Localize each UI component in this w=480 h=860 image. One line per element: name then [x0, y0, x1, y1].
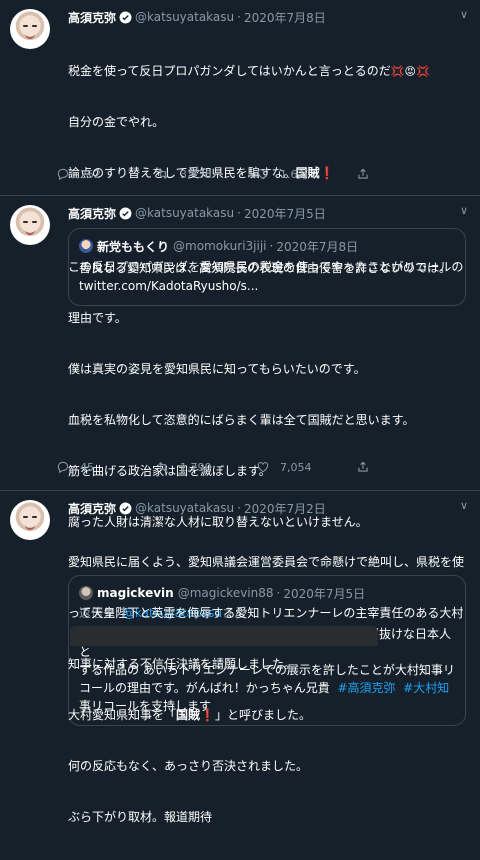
like-count: 1.6万	[280, 168, 309, 181]
tweet-header: 高須克弥 @katsuyatakasu · 2020年7月8日	[68, 9, 326, 26]
verified-badge-icon	[119, 502, 132, 514]
retweet-button[interactable]: 1,790	[156, 460, 256, 474]
author-handle[interactable]: @katsuyatakasu	[135, 501, 234, 515]
reply-count: 252	[80, 167, 101, 181]
author-handle[interactable]: @katsuyatakasu	[135, 206, 234, 220]
tweet-actions: 45 1,790 7,054	[56, 460, 468, 474]
author-name[interactable]: 高須克弥	[68, 205, 116, 222]
retweet-icon	[158, 462, 168, 472]
chevron-down-icon[interactable]: ∨	[460, 499, 468, 512]
chevron-down-icon[interactable]: ∨	[460, 8, 468, 21]
avatar[interactable]	[10, 9, 50, 49]
tweet-3[interactable]: 高須克弥 @katsuyatakasu · 2020年7月2日 ∨ 愛知県民に届…	[0, 491, 480, 824]
reply-button[interactable]: 45	[56, 460, 156, 474]
like-button[interactable]: 1.6万	[256, 166, 356, 182]
reply-button[interactable]: 252	[56, 166, 156, 182]
tweet-date[interactable]: 2020年7月2日	[244, 500, 326, 517]
retweet-icon	[158, 169, 168, 179]
media-thumbnail[interactable]	[70, 626, 378, 646]
like-icon	[257, 462, 269, 473]
share-button[interactable]	[356, 166, 456, 182]
like-icon	[257, 169, 269, 180]
tweet-text: 税金を使って反日プロパガンダしてはいかんと言っとるのだ💢😡💢 自分の金でやれ。 …	[68, 64, 430, 180]
verified-badge-icon	[119, 207, 132, 219]
angry-emoji-icon: 💢😡💢	[390, 65, 430, 78]
tweet-date[interactable]: 2020年7月8日	[244, 9, 326, 26]
author-handle[interactable]: @katsuyatakasu	[135, 10, 234, 24]
avatar[interactable]	[10, 500, 50, 540]
like-button[interactable]: 7,054	[256, 460, 356, 474]
author-name[interactable]: 高須克弥	[68, 500, 116, 517]
verified-badge-icon	[119, 11, 132, 23]
tweet-header: 高須克弥 @katsuyatakasu · 2020年7月2日	[68, 500, 326, 517]
retweet-button[interactable]: 3,436	[156, 166, 256, 182]
tweet-1[interactable]: 高須克弥 @katsuyatakasu · 2020年7月8日 ∨ 税金を使って…	[0, 0, 480, 306]
tweet-text: 愛知県民に届くよう、愛知県議会運営委員会で命懸けで絶叫し、県税を使 って天皇陛下…	[68, 555, 465, 824]
tweet-actions: 252 3,436 1.6万	[56, 166, 468, 182]
tweet-header: 高須克弥 @katsuyatakasu · 2020年7月5日	[68, 205, 326, 222]
reply-icon	[57, 168, 69, 181]
reply-count: 45	[80, 460, 94, 474]
share-button[interactable]	[356, 460, 456, 474]
share-icon	[358, 168, 368, 179]
tweet-date[interactable]: 2020年7月5日	[244, 205, 326, 222]
tweet-2[interactable]: 高須克弥 @katsuyatakasu · 2020年7月5日 ∨ この反日プロ…	[0, 196, 480, 726]
like-count: 7,054	[280, 460, 312, 474]
exclamation-icon: ❗	[200, 708, 215, 722]
share-icon	[358, 461, 368, 472]
reply-icon	[57, 461, 69, 474]
author-name[interactable]: 高須克弥	[68, 9, 116, 26]
chevron-down-icon[interactable]: ∨	[460, 204, 468, 217]
avatar[interactable]	[10, 205, 50, 245]
retweet-count: 1,790	[180, 460, 212, 474]
retweet-count: 3,436	[180, 167, 212, 181]
